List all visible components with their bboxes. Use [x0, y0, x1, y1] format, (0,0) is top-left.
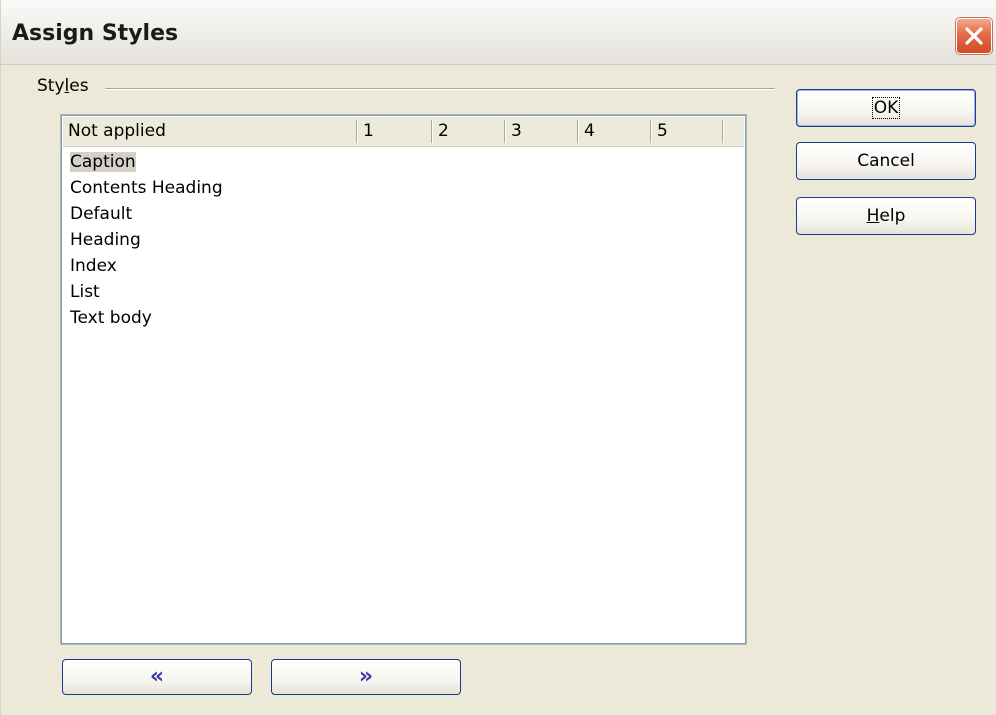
column-header-4[interactable]: 4	[579, 117, 651, 146]
dialog-title: Assign Styles	[12, 21, 179, 46]
close-button[interactable]	[956, 18, 992, 54]
double-chevron-left-icon: «	[149, 664, 165, 689]
help-button[interactable]: Help	[796, 197, 976, 235]
column-divider[interactable]	[722, 120, 724, 143]
list-header: Not applied 1 2 3 4 5	[63, 117, 744, 147]
list-item-default[interactable]: Default	[67, 201, 226, 227]
list-item-caption[interactable]: Caption	[67, 149, 226, 175]
list-item-contents-heading[interactable]: Contents Heading	[67, 175, 226, 201]
assign-styles-dialog: Assign Styles Styles Not applied 1 2 3 4…	[0, 0, 996, 715]
title-bar[interactable]: Assign Styles	[1, 0, 996, 65]
list-item-list[interactable]: List	[67, 279, 226, 305]
close-icon	[965, 27, 983, 45]
move-left-button[interactable]: «	[62, 659, 252, 695]
ok-button[interactable]: OK	[796, 89, 976, 127]
column-header-not-applied[interactable]: Not applied	[63, 117, 355, 146]
group-divider	[105, 88, 775, 90]
cancel-button[interactable]: Cancel	[796, 142, 976, 180]
column-header-1[interactable]: 1	[358, 117, 430, 146]
styles-group-label: Styles	[37, 76, 89, 96]
list-items: Caption Contents Heading Default Heading…	[67, 149, 226, 331]
list-item-text-body[interactable]: Text body	[67, 305, 226, 331]
column-header-5[interactable]: 5	[652, 117, 724, 146]
move-right-button[interactable]: »	[271, 659, 461, 695]
list-item-heading[interactable]: Heading	[67, 227, 226, 253]
list-item-index[interactable]: Index	[67, 253, 226, 279]
double-chevron-right-icon: »	[358, 664, 374, 689]
styles-list[interactable]: Not applied 1 2 3 4 5 Caption Contents H…	[60, 114, 747, 645]
column-header-2[interactable]: 2	[433, 117, 505, 146]
column-header-3[interactable]: 3	[506, 117, 578, 146]
